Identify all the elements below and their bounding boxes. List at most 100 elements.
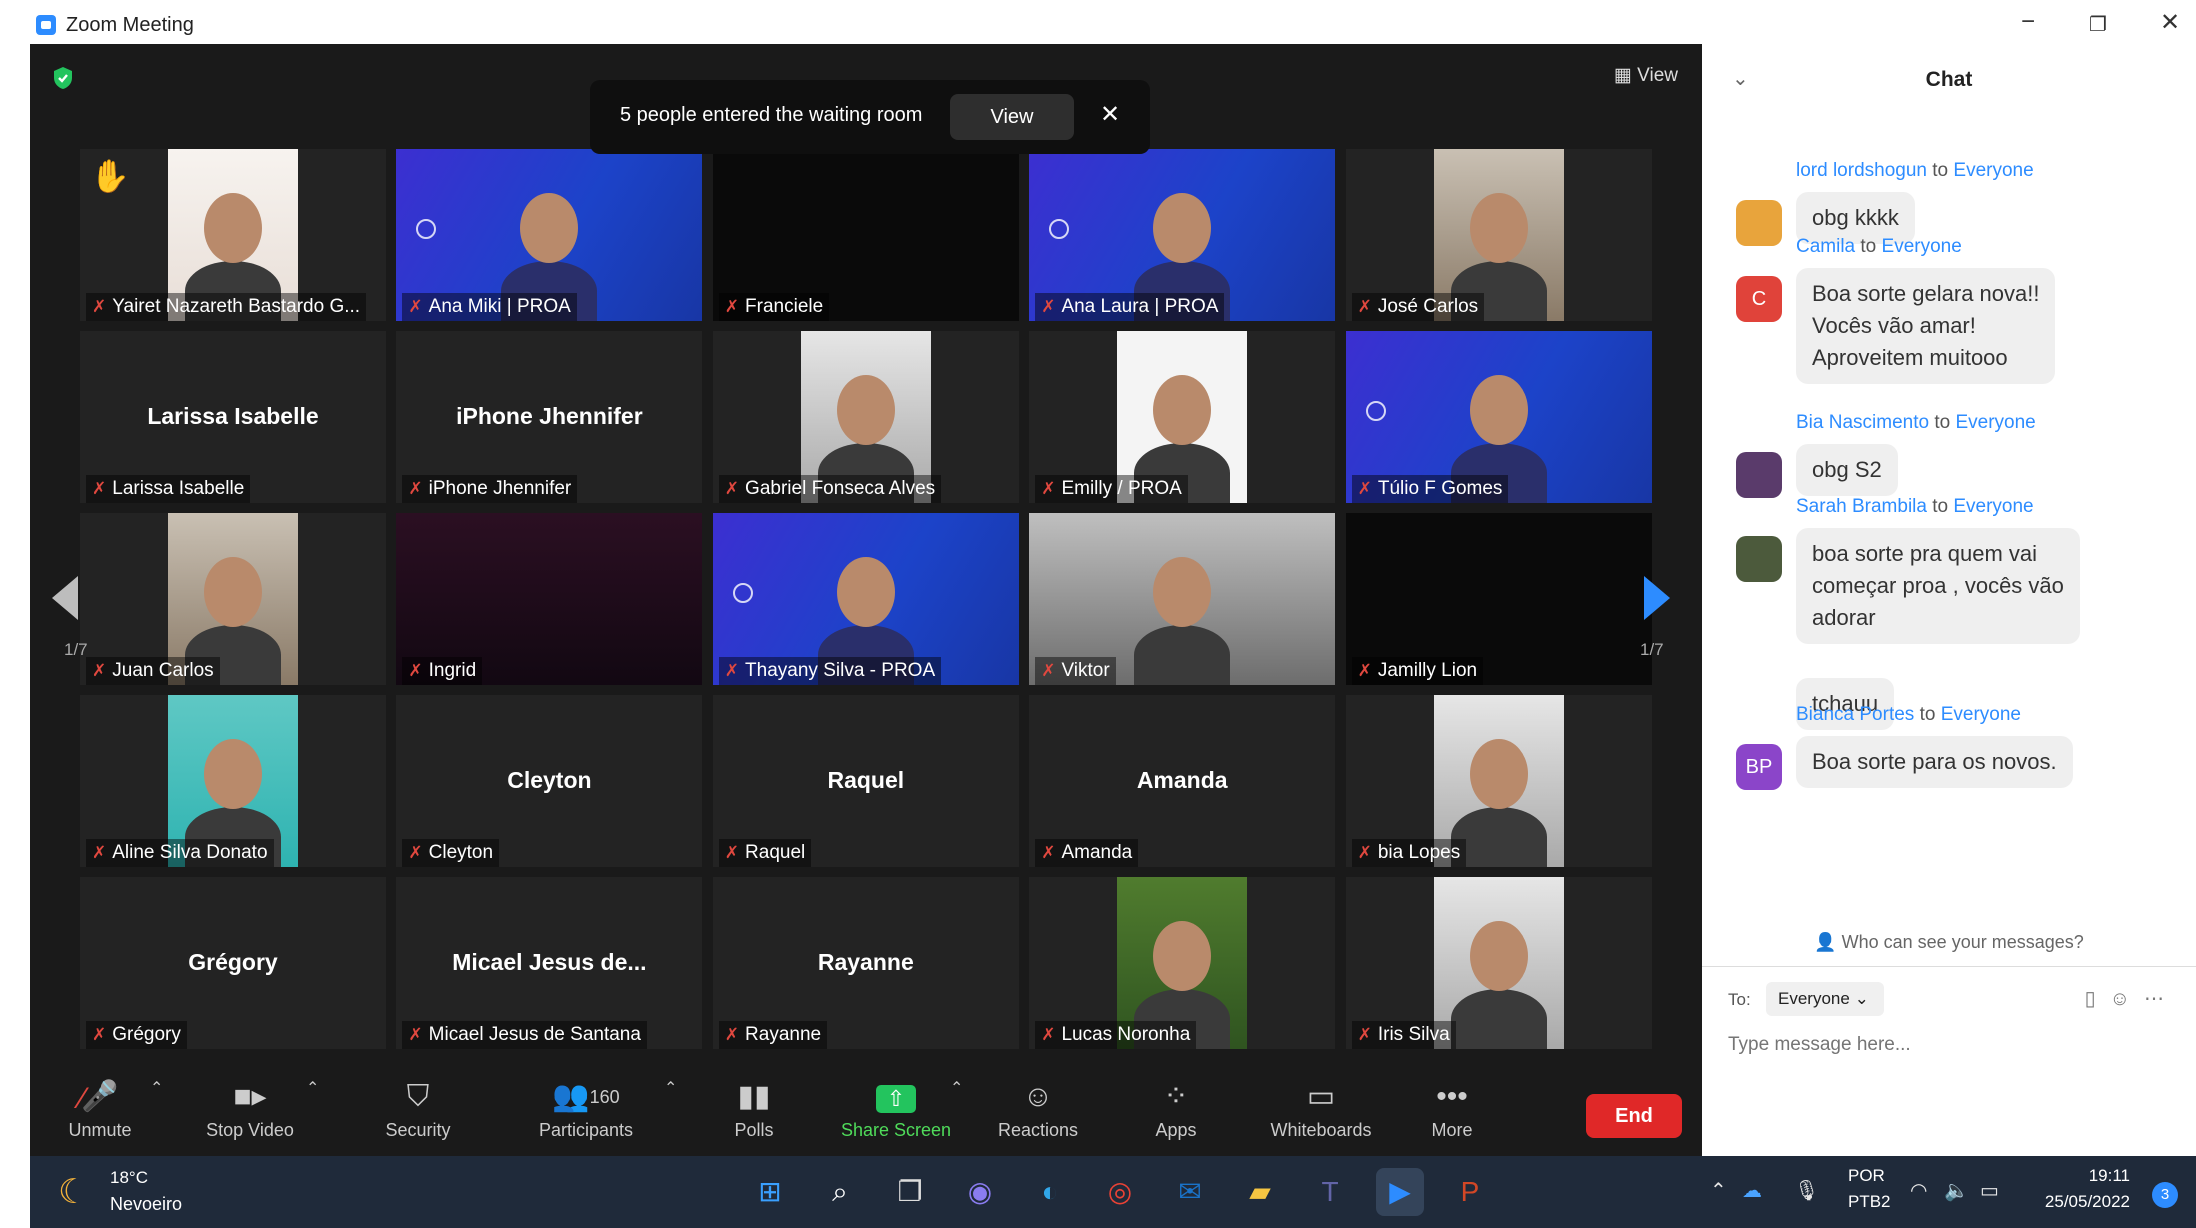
- outlook-icon[interactable]: ✉: [1166, 1168, 1214, 1216]
- file-icon[interactable]: ▯: [2085, 988, 2110, 1010]
- participant-tile[interactable]: ✗ Viktor: [1029, 513, 1336, 685]
- wifi-icon[interactable]: ◠: [1910, 1178, 1927, 1203]
- tray-microphone-icon[interactable]: 🎙: [1794, 1178, 1819, 1203]
- participant-tile[interactable]: ✗ Iris Silva: [1345, 877, 1652, 1049]
- participant-tile[interactable]: Micael Jesus de... ✗ Micael Jesus de Santa…: [396, 877, 703, 1049]
- more-button[interactable]: ••• More: [1392, 1078, 1512, 1141]
- more-options-icon[interactable]: ⋯: [2144, 988, 2178, 1010]
- apps-button[interactable]: ⁘ Apps: [1116, 1078, 1236, 1141]
- recipient-dropdown[interactable]: Everyone ⌄: [1766, 982, 1884, 1016]
- participant-tile[interactable]: ✗ Juan Carlos: [80, 513, 386, 685]
- waiting-room-view-button[interactable]: View: [950, 94, 1074, 140]
- next-page-button[interactable]: [1644, 576, 1670, 620]
- participant-tile[interactable]: Larissa Isabelle ✗ Larissa Isabelle: [80, 331, 386, 503]
- security-button[interactable]: ⛉ Security: [358, 1078, 478, 1141]
- view-button[interactable]: ▦ View: [1614, 64, 1678, 87]
- chat-app-icon[interactable]: ◉: [956, 1168, 1004, 1216]
- keyboard-layout[interactable]: PTB2: [1848, 1192, 1891, 1212]
- tray-chevron-icon[interactable]: ⌃: [1710, 1178, 1727, 1203]
- share-screen-button[interactable]: ⇧ Share Screen: [836, 1078, 956, 1141]
- teams-icon[interactable]: T: [1306, 1168, 1354, 1216]
- battery-icon[interactable]: ▭: [1980, 1178, 1999, 1203]
- participants-options-chevron-icon[interactable]: ⌃: [664, 1078, 677, 1098]
- stop-video-button[interactable]: ■▸ Stop Video: [190, 1078, 310, 1141]
- participant-tile[interactable]: ✋ ✗ Yairet Nazareth Bastardo G...: [80, 149, 386, 321]
- participant-tile[interactable]: Raquel ✗ Raquel: [712, 695, 1019, 867]
- who-can-see-messages-link[interactable]: 👤 Who can see your messages?: [1702, 932, 2196, 953]
- participant-tile[interactable]: Rayanne ✗ Rayanne: [712, 877, 1019, 1049]
- participant-tile[interactable]: ✗ Franciele: [712, 149, 1019, 321]
- file-explorer-icon[interactable]: ▰: [1236, 1168, 1284, 1216]
- participant-tile[interactable]: ✗ Emilly / PROA: [1029, 331, 1336, 503]
- chat-recipient-name[interactable]: Everyone: [1953, 496, 2033, 517]
- participant-tile[interactable]: ✗ bia Lopes: [1345, 695, 1652, 867]
- polls-button[interactable]: ▮▮ Polls: [694, 1078, 814, 1141]
- maximize-button[interactable]: ❐: [2078, 12, 2118, 37]
- chat-recipient-name[interactable]: Everyone: [1882, 236, 1962, 257]
- previous-page-button[interactable]: [52, 576, 78, 620]
- edge-browser-icon[interactable]: ◐: [1026, 1168, 1074, 1216]
- person-face: [1153, 193, 1212, 263]
- share-options-chevron-icon[interactable]: ⌃: [950, 1078, 963, 1098]
- chat-message-input[interactable]: [1728, 1034, 2168, 1056]
- audio-options-chevron-icon[interactable]: ⌃: [150, 1078, 163, 1098]
- participant-tile[interactable]: ✗ Túlio F Gomes: [1345, 331, 1652, 503]
- video-options-chevron-icon[interactable]: ⌃: [306, 1078, 319, 1098]
- unmute-button[interactable]: 🎤 ⁄ Unmute: [40, 1078, 160, 1141]
- chat-sender-name[interactable]: Bia Nascimento: [1796, 412, 1929, 433]
- participant-tile[interactable]: Amanda ✗ Amanda: [1029, 695, 1336, 867]
- minimize-button[interactable]: −: [2008, 8, 2048, 36]
- windows-start-icon[interactable]: ⊞: [746, 1168, 794, 1216]
- search-icon[interactable]: ⌕: [816, 1168, 864, 1216]
- participant-tile[interactable]: ✗ Ana Laura | PROA: [1029, 149, 1336, 321]
- chat-sender-name[interactable]: lord lordshogun: [1796, 160, 1927, 181]
- close-banner-button[interactable]: ✕: [1100, 100, 1120, 129]
- chat-recipient-name[interactable]: Everyone: [1953, 160, 2033, 181]
- chat-recipient-name[interactable]: Everyone: [1955, 412, 2035, 433]
- participant-tile[interactable]: iPhone Jhennifer ✗ iPhone Jhennifer: [396, 331, 703, 503]
- weather-moon-icon[interactable]: ☾: [58, 1172, 88, 1212]
- onedrive-cloud-icon[interactable]: ☁: [1742, 1178, 1762, 1203]
- participant-tile[interactable]: ✗ Lucas Noronha: [1029, 877, 1336, 1049]
- participant-tile[interactable]: ✗ Ingrid: [396, 513, 703, 685]
- chat-recipient-name[interactable]: Everyone: [1941, 704, 2021, 725]
- participant-tile[interactable]: ✗ Jamilly Lion: [1345, 513, 1652, 685]
- powerpoint-icon[interactable]: P: [1446, 1168, 1494, 1216]
- chat-sender-line: Bianca Portes to Everyone: [1796, 704, 2021, 726]
- chrome-browser-icon[interactable]: ◎: [1096, 1168, 1144, 1216]
- participant-tile[interactable]: ✗ Gabriel Fonseca Alves: [712, 331, 1019, 503]
- clock-date[interactable]: 25/05/2022: [2010, 1192, 2130, 1212]
- clock-time[interactable]: 19:11: [2034, 1166, 2130, 1186]
- proa-logo-icon: [416, 219, 437, 239]
- close-window-button[interactable]: ✕: [2150, 8, 2190, 37]
- participant-tile[interactable]: ✗ Thayany Silva - PROA: [712, 513, 1019, 685]
- chat-sender-name[interactable]: Camila: [1796, 236, 1855, 257]
- participant-tile[interactable]: Grégory ✗ Grégory: [80, 877, 386, 1049]
- chat-avatar: [1736, 200, 1782, 246]
- weather-temperature[interactable]: 18°C: [110, 1168, 148, 1188]
- participant-name: Emilly / PROA: [1061, 478, 1182, 499]
- chat-sender-name[interactable]: Sarah Brambila: [1796, 496, 1927, 517]
- emoji-icon[interactable]: ☺: [2110, 988, 2144, 1010]
- zoom-taskbar-icon[interactable]: ▶: [1376, 1168, 1424, 1216]
- chat-message-bubble: Boa sorte gelara nova!! Vocês vão amar! …: [1796, 268, 2056, 384]
- keyboard-language[interactable]: POR: [1848, 1166, 1885, 1186]
- encryption-shield-icon[interactable]: [52, 66, 74, 90]
- notifications-badge[interactable]: 3: [2152, 1182, 2178, 1208]
- muted-mic-icon: ✗: [92, 843, 107, 862]
- end-meeting-button[interactable]: End: [1586, 1094, 1682, 1138]
- weather-description[interactable]: Nevoeiro: [110, 1194, 182, 1215]
- whiteboards-button[interactable]: ▭ Whiteboards: [1246, 1078, 1396, 1141]
- participant-tile[interactable]: Cleyton ✗ Cleyton: [396, 695, 703, 867]
- participant-name-label: ✗ Ana Laura | PROA: [1035, 293, 1225, 321]
- chat-sender-name[interactable]: Bianca Portes: [1796, 704, 1914, 725]
- participant-tile[interactable]: ✗ José Carlos: [1345, 149, 1652, 321]
- participant-tile[interactable]: ✗ Aline Silva Donato: [80, 695, 386, 867]
- muted-mic-icon: ✗: [1357, 661, 1372, 680]
- reactions-button[interactable]: ☺ Reactions: [978, 1078, 1098, 1141]
- muted-mic-icon: ✗: [1041, 843, 1056, 862]
- volume-icon[interactable]: 🔈: [1944, 1178, 1969, 1203]
- task-view-icon[interactable]: ❐: [886, 1168, 934, 1216]
- participant-tile[interactable]: ✗ Ana Miki | PROA: [396, 149, 703, 321]
- participants-button[interactable]: 👥160 Participants: [526, 1078, 646, 1141]
